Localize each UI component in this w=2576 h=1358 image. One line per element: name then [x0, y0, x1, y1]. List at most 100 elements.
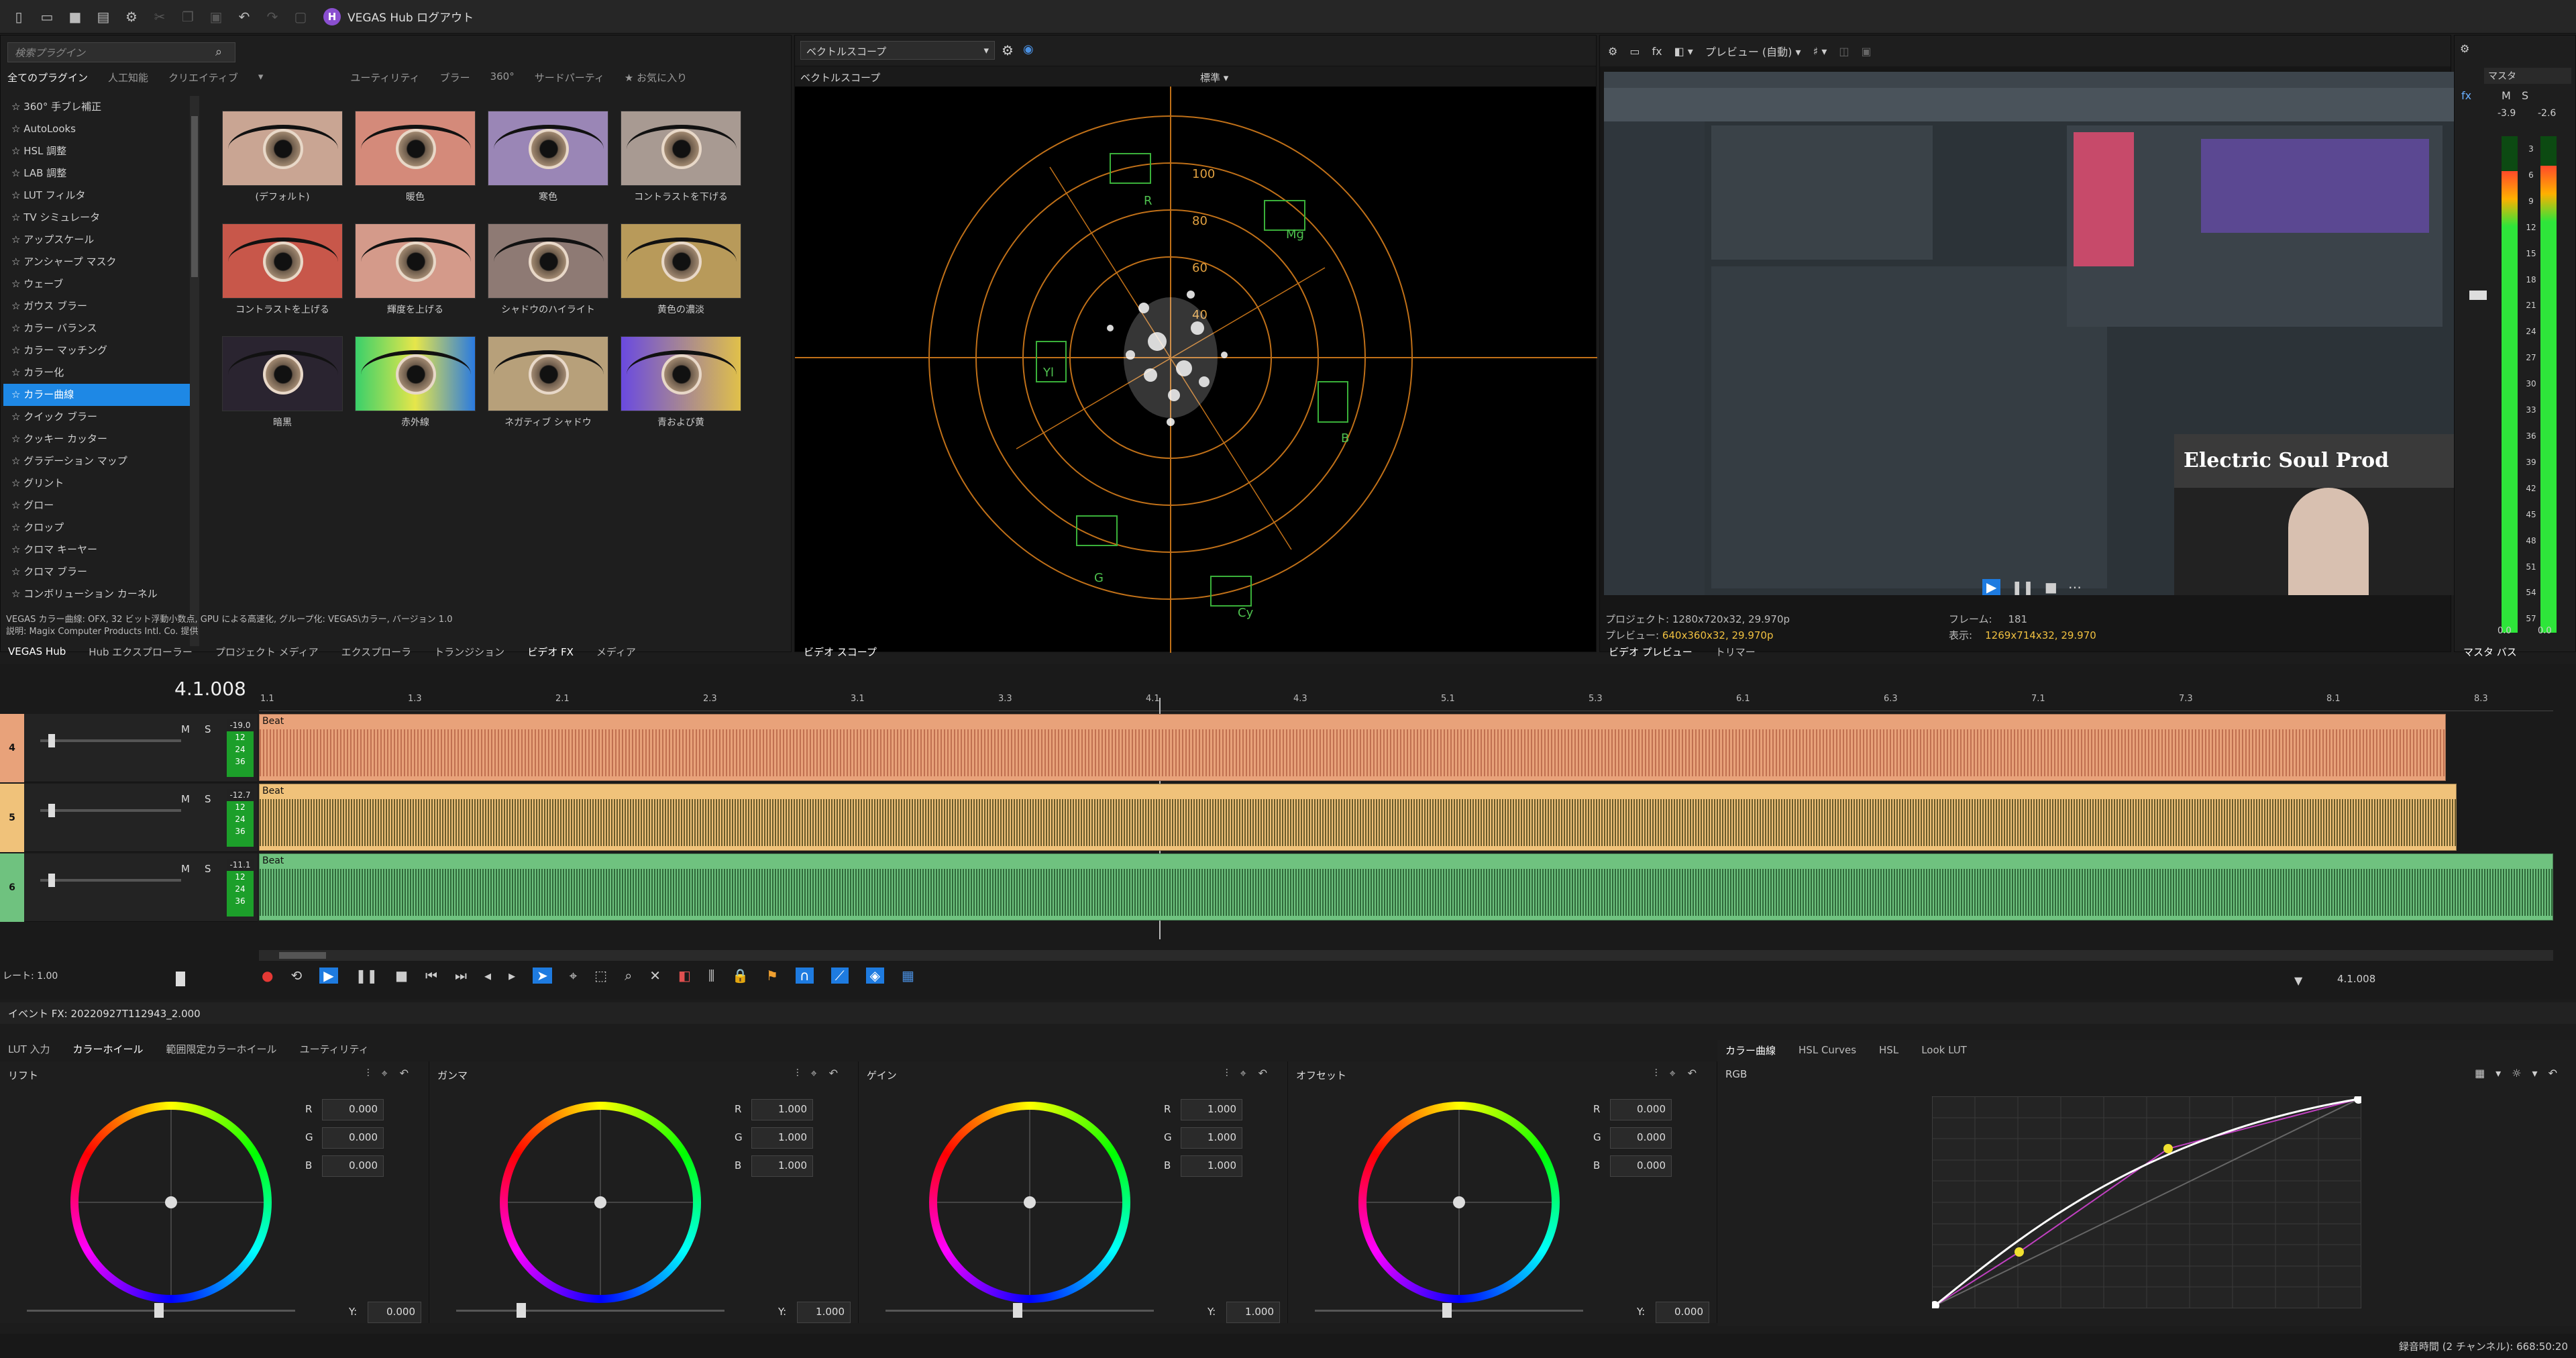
y-value-field[interactable]: 1.000	[1226, 1302, 1280, 1323]
tab-utility[interactable]: ユーティリティ	[300, 1042, 369, 1056]
stop-icon[interactable]: ■	[395, 968, 408, 984]
lock-icon[interactable]: 🔒	[732, 968, 749, 984]
list-item[interactable]: ☆ アンシャープ マスク	[3, 251, 198, 273]
tab-video-scopes[interactable]: ビデオ スコープ	[804, 645, 877, 659]
snapshot-icon[interactable]: ◫	[1839, 45, 1849, 58]
track-header[interactable]: 4 MS -19.0 12 24 36	[0, 714, 258, 782]
wheel-tools[interactable]: ⫶⌖↶	[1655, 1067, 1709, 1080]
audio-clip[interactable]: Beat	[259, 714, 2446, 781]
curve-graph[interactable]	[1932, 1096, 2361, 1308]
prev-frame-icon[interactable]: ◂	[484, 968, 491, 984]
scrollbar-thumb[interactable]	[191, 116, 198, 277]
list-item[interactable]: ☆ グラデーション マップ	[3, 450, 198, 472]
curve-point[interactable]	[2163, 1144, 2173, 1153]
tab-ai[interactable]: 人工知能	[108, 70, 148, 85]
pause-icon[interactable]: ❚❚	[356, 968, 378, 984]
list-item[interactable]: ☆ HSL 調整	[3, 140, 198, 162]
y-value-field[interactable]: 0.000	[368, 1302, 421, 1323]
go-to-start-icon[interactable]: ⏮	[425, 968, 437, 984]
zoom-tool-icon[interactable]: ⌕	[625, 968, 632, 984]
scope-update-icon[interactable]: ◉	[1023, 42, 1034, 56]
luma-slider[interactable]	[27, 1303, 295, 1318]
tab-hsl-curves[interactable]: HSL Curves	[1799, 1044, 1856, 1056]
preset-default[interactable]: (デフォルト)	[222, 111, 343, 203]
list-item[interactable]: ☆ カラー バランス	[3, 317, 198, 340]
wheel-tools[interactable]: ⫶⌖↶	[1226, 1067, 1279, 1080]
external-monitor-icon[interactable]: ▭	[1629, 45, 1640, 58]
g-value-field[interactable]: 0.000	[322, 1127, 384, 1149]
pause-icon[interactable]: ❚❚	[2011, 579, 2034, 595]
tab-blur[interactable]: ブラー	[440, 70, 470, 85]
tab-dropdown-icon[interactable]: ▾	[258, 70, 264, 85]
scope-type-dropdown[interactable]: ベクトルスコープ ▾	[800, 41, 995, 60]
tab-360[interactable]: 360°	[490, 70, 515, 85]
list-item[interactable]: ☆ アップスケール	[3, 229, 198, 251]
overlays-icon[interactable]: ♯ ▾	[1813, 45, 1827, 58]
open-folder-icon[interactable]: ▭	[38, 7, 56, 26]
more-icon[interactable]: ⋯	[2068, 579, 2082, 595]
list-item[interactable]: ☆ クロップ	[3, 517, 198, 539]
audio-clip[interactable]: Beat	[259, 784, 2457, 851]
copy-icon[interactable]: ❐	[178, 7, 197, 26]
tab-explorer[interactable]: エクスプローラ	[341, 645, 412, 659]
tab-color-wheels[interactable]: カラーホイール	[73, 1042, 144, 1056]
g-value-field[interactable]: 1.000	[751, 1127, 813, 1149]
save-icon[interactable]: ■	[66, 7, 85, 26]
split-screen-icon[interactable]: ◧ ▾	[1674, 45, 1693, 58]
master-fx-button[interactable]: fx	[2461, 89, 2471, 102]
delete-icon[interactable]: ✕	[649, 968, 661, 984]
fx-icon[interactable]: fx	[1652, 45, 1662, 58]
y-value-field[interactable]: 1.000	[797, 1302, 851, 1323]
b-value-field[interactable]: 1.000	[751, 1155, 813, 1177]
tab-hub-explorer[interactable]: Hub エクスプローラー	[89, 645, 193, 659]
color-wheel[interactable]	[929, 1102, 1130, 1303]
y-value-field[interactable]: 0.000	[1656, 1302, 1709, 1323]
r-value-field[interactable]: 0.000	[322, 1099, 384, 1120]
copy-snapshot-icon[interactable]: ▣	[1862, 45, 1872, 58]
list-item[interactable]: ☆ LUT フィルタ	[3, 185, 198, 207]
tab-hsl[interactable]: HSL	[1879, 1044, 1898, 1056]
tab-vegas-hub[interactable]: VEGAS Hub	[8, 645, 66, 658]
record-icon[interactable]: ●	[262, 968, 273, 984]
tab-media-generators[interactable]: メディア	[596, 645, 636, 659]
list-item[interactable]: ☆ LAB 調整	[3, 162, 198, 185]
list-item[interactable]: ☆ TV シミュレータ	[3, 207, 198, 229]
list-item[interactable]: ☆ ガウス ブラー	[3, 295, 198, 317]
luma-slider[interactable]	[1315, 1303, 1583, 1318]
g-value-field[interactable]: 1.000	[1181, 1127, 1242, 1149]
tab-video-preview[interactable]: ビデオ プレビュー	[1609, 645, 1693, 659]
normal-edit-tool-icon[interactable]: ➤	[533, 968, 552, 984]
preset-dark[interactable]: 暗黒	[222, 336, 343, 429]
track-header[interactable]: 5 MS -12.7 12 24 36	[0, 784, 258, 852]
tab-range-color-wheels[interactable]: 範囲限定カラーホイール	[166, 1042, 277, 1056]
wheel-tools[interactable]: ⫶⌖↶	[367, 1067, 421, 1080]
paste-icon[interactable]: ▣	[207, 7, 225, 26]
volume-slider[interactable]	[40, 804, 181, 817]
auto-ripple-icon[interactable]: ⟋	[830, 968, 849, 984]
tab-favorites[interactable]: ★ お気に入り	[625, 70, 687, 85]
master-mute-button[interactable]: M	[2502, 89, 2511, 102]
preset-brighten[interactable]: 輝度を上げる	[355, 223, 476, 316]
trim-icon[interactable]: ◧	[678, 968, 691, 984]
b-value-field[interactable]: 0.000	[322, 1155, 384, 1177]
plugin-search-input[interactable]: 検索プラグイン	[7, 42, 235, 62]
wheel-tools[interactable]: ⫶⌖↶	[796, 1067, 850, 1080]
scope-mode-dropdown[interactable]: 標準 ▾	[1200, 70, 1228, 85]
undo-icon[interactable]: ↶	[235, 7, 254, 26]
wheel-handle[interactable]	[1453, 1196, 1465, 1208]
tab-transitions[interactable]: トランジション	[434, 645, 504, 659]
wheel-handle[interactable]	[594, 1196, 606, 1208]
marker-icon[interactable]: ⚑	[766, 968, 778, 984]
color-wheel[interactable]	[1358, 1102, 1560, 1303]
list-item[interactable]: ☆ クロマ ブラー	[3, 561, 198, 583]
grid-icon[interactable]: ▦	[902, 968, 914, 984]
volume-slider[interactable]	[40, 874, 181, 887]
tab-look-lut[interactable]: Look LUT	[1921, 1044, 1967, 1056]
list-item[interactable]: ☆ コンボリューション カーネル	[3, 583, 198, 605]
rate-slider[interactable]	[176, 972, 185, 986]
wheel-handle[interactable]	[1024, 1196, 1036, 1208]
timeline-ruler[interactable]: 1.1 1.3 2.1 2.3 3.1 3.3 4.1 4.3 5.1 5.3 …	[259, 691, 2553, 711]
tab-video-fx[interactable]: ビデオ FX	[527, 645, 574, 659]
split-icon[interactable]: ⫼	[708, 968, 714, 984]
b-value-field[interactable]: 0.000	[1610, 1155, 1672, 1177]
